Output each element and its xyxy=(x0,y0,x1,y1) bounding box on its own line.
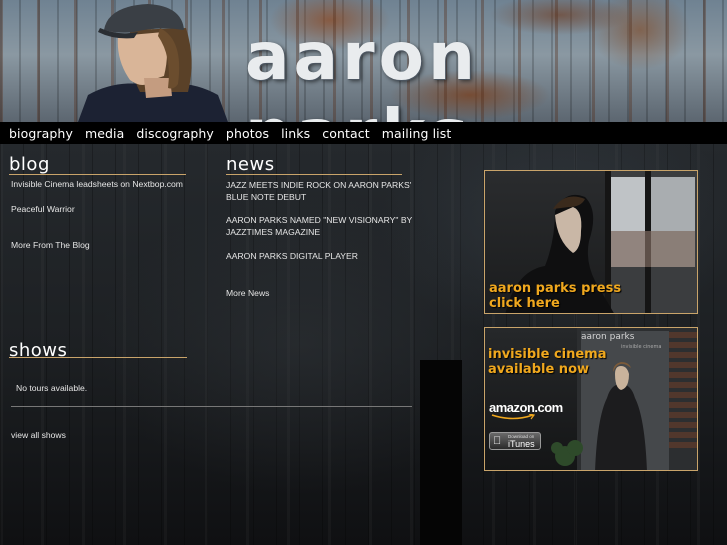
nav-links[interactable]: links xyxy=(281,126,310,141)
blog-heading: blog xyxy=(9,154,50,175)
more-news-link[interactable]: More News xyxy=(226,288,269,298)
amazon-logo[interactable]: amazon.com xyxy=(489,400,563,415)
press-promo-banner[interactable]: aaron parks press click here xyxy=(484,170,698,314)
itunes-label: iTunes xyxy=(508,439,535,449)
nav-biography[interactable]: biography xyxy=(9,126,73,141)
news-item-link[interactable]: JAZZTIMES MAGAZINE xyxy=(226,227,320,237)
more-blog-link[interactable]: More From The Blog xyxy=(11,240,90,250)
news-heading: news xyxy=(226,154,275,175)
album-promo-line1: invisible cinema xyxy=(488,347,607,362)
shows-separator xyxy=(11,406,412,407)
nav-contact[interactable]: contact xyxy=(322,126,369,141)
nav-photos[interactable]: photos xyxy=(226,126,269,141)
shows-empty-message: No tours available. xyxy=(16,383,88,393)
news-item-link[interactable]: BLUE NOTE DEBUT xyxy=(226,192,306,202)
artist-portrait xyxy=(78,4,228,122)
news-item-link[interactable]: AARON PARKS NAMED "NEW VISIONARY" BY xyxy=(226,215,412,225)
itunes-badge[interactable]:  Download on iTunes xyxy=(489,432,541,450)
news-divider xyxy=(226,174,402,175)
blog-post-link[interactable]: Peaceful Warrior xyxy=(11,204,75,214)
press-promo-line1: aaron parks press xyxy=(489,281,622,296)
main-nav: biography media discography photos links… xyxy=(0,122,727,144)
album-cover-artist: aaron parks xyxy=(581,332,635,342)
header-banner: aaron parks xyxy=(0,0,727,122)
album-promo-line2: available now xyxy=(488,362,590,377)
amazon-smile-icon xyxy=(491,414,536,420)
view-all-shows-link[interactable]: view all shows xyxy=(11,430,66,440)
main-content: blog Invisible Cinema leadsheets on Next… xyxy=(0,144,727,545)
nav-discography[interactable]: discography xyxy=(136,126,214,141)
nav-mailing-list[interactable]: mailing list xyxy=(382,126,452,141)
album-cover-title: invisible cinema xyxy=(621,344,662,350)
background-pillar xyxy=(420,360,462,545)
news-item-link[interactable]: JAZZ MEETS INDIE ROCK ON AARON PARKS' xyxy=(226,180,411,190)
press-promo-line2: click here xyxy=(489,296,560,311)
site-title: aaron parks xyxy=(245,18,479,122)
blog-divider xyxy=(9,174,186,175)
apple-icon:  xyxy=(493,435,501,447)
album-promo-banner[interactable]: aaron parks invisible cinema invisible c… xyxy=(484,327,698,471)
shows-divider xyxy=(9,357,187,358)
nav-media[interactable]: media xyxy=(85,126,124,141)
blog-post-link[interactable]: Invisible Cinema leadsheets on Nextbop.c… xyxy=(11,179,183,189)
news-item-link[interactable]: AARON PARKS DIGITAL PLAYER xyxy=(226,251,358,261)
